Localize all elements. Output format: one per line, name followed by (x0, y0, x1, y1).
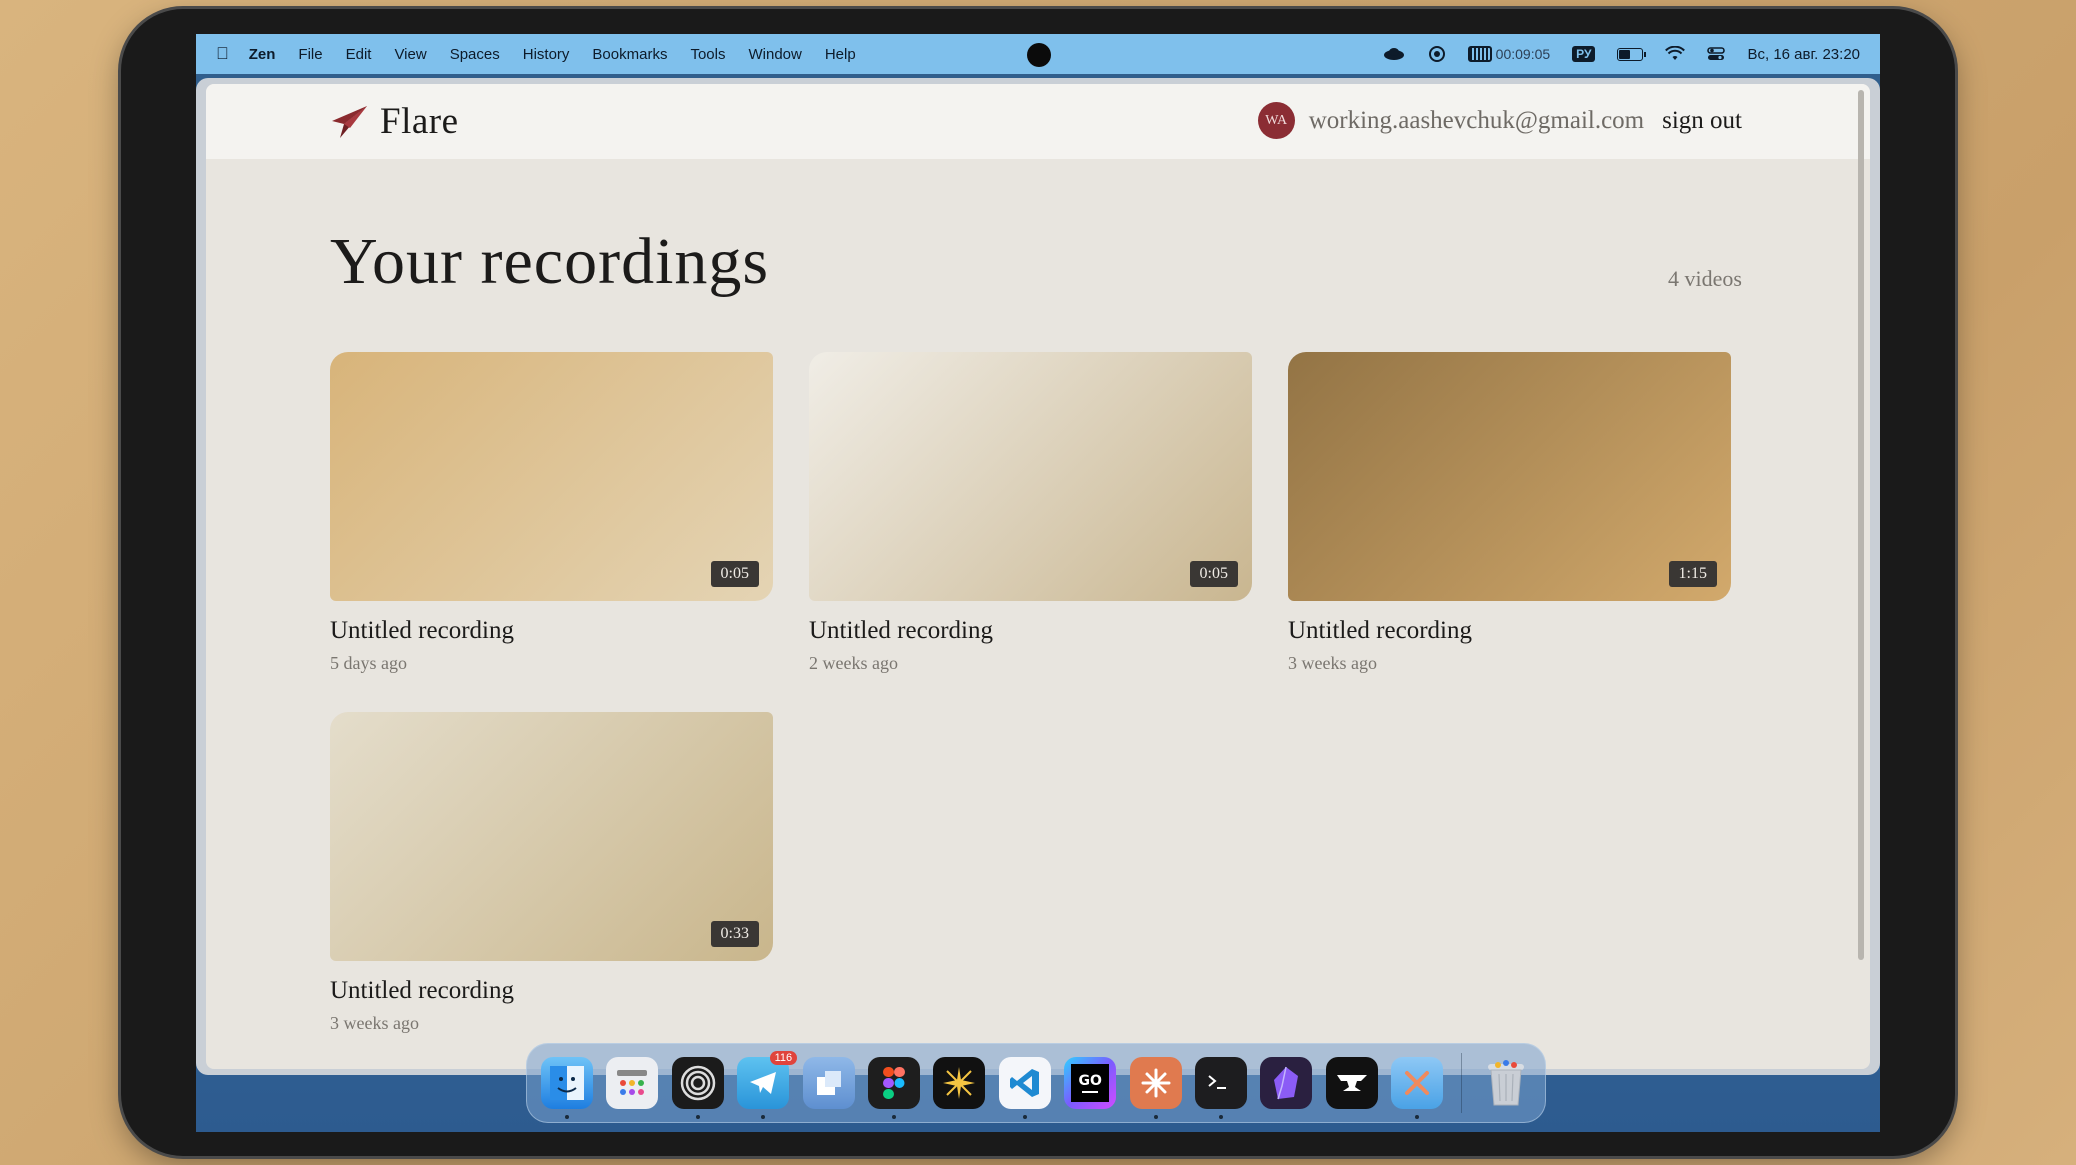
recording-thumbnail[interactable]: 1:15 (1288, 352, 1731, 601)
menu-help[interactable]: Help (825, 46, 856, 63)
xcode-icon[interactable] (1391, 1057, 1444, 1119)
wifi-icon[interactable] (1665, 46, 1686, 62)
battery-icon[interactable] (1617, 47, 1647, 61)
recording-thumbnail[interactable]: 0:05 (330, 352, 773, 601)
paper-plane-icon (332, 105, 367, 138)
duration-badge: 1:15 (1668, 561, 1717, 587)
record-icon[interactable] (1428, 45, 1446, 63)
brand-name: Flare (380, 101, 459, 142)
control-center-icon[interactable] (1707, 46, 1726, 62)
telegram-icon[interactable]: 116 (737, 1051, 798, 1119)
video-count: 4 videos (1668, 266, 1742, 291)
running-indicator (1219, 1115, 1224, 1119)
web-page: Flare WA working.aashevchuk@gmail.com si… (206, 84, 1870, 1069)
menu-window[interactable]: Window (748, 46, 801, 63)
obsidian-icon[interactable] (1260, 1057, 1313, 1109)
menu-app-name[interactable]: Zen (249, 46, 276, 63)
recording-card[interactable]: 1:15 Untitled recording 3 weeks ago (1288, 352, 1731, 674)
menu-file[interactable]: File (298, 46, 322, 63)
scrollbar[interactable] (1858, 90, 1864, 960)
user-email: working.aashevchuk@gmail.com (1308, 106, 1645, 134)
running-indicator (892, 1115, 897, 1119)
menu-edit[interactable]: Edit (346, 46, 372, 63)
site-header: Flare WA working.aashevchuk@gmail.com si… (206, 84, 1870, 159)
site-logo[interactable]: Flare (330, 100, 459, 143)
input-source[interactable]: РУ (1572, 46, 1596, 62)
recording-date: 2 weeks ago (809, 653, 898, 673)
recording-title[interactable]: Untitled recording (330, 977, 773, 1005)
arc-icon[interactable] (671, 1057, 724, 1119)
camera-notch (1027, 43, 1051, 67)
goland-icon[interactable]: GO (1064, 1057, 1117, 1109)
dock: 116 GO (526, 1043, 1546, 1123)
claude-icon[interactable] (1129, 1057, 1182, 1119)
duration-badge: 0:33 (710, 921, 759, 947)
terminal-icon[interactable] (1195, 1057, 1247, 1119)
recording-card[interactable]: 0:05 Untitled recording 5 days ago (330, 352, 773, 674)
page-title: Your recordings (330, 225, 770, 298)
running-indicator (1022, 1115, 1027, 1119)
apple-menu-icon[interactable]:  (216, 44, 229, 64)
trash-icon[interactable] (1480, 1057, 1532, 1109)
anvil-icon[interactable] (1325, 1057, 1378, 1109)
finder-icon[interactable] (541, 1057, 593, 1119)
menu-view[interactable]: View (394, 46, 426, 63)
recording-title[interactable]: Untitled recording (330, 617, 773, 645)
menu-spaces[interactable]: Spaces (450, 46, 500, 63)
timer[interactable]: 00:09:05 (1467, 46, 1551, 62)
sign-out-link[interactable]: sign out (1662, 107, 1742, 135)
screen:  Zen File Edit View Spaces History Book… (196, 34, 1880, 1132)
spark-icon[interactable] (933, 1057, 986, 1109)
screens-icon[interactable] (802, 1057, 855, 1109)
browser-window: Flare WA working.aashevchuk@gmail.com si… (196, 78, 1880, 1075)
recording-card[interactable]: 0:33 Untitled recording 3 weeks ago (330, 712, 773, 1034)
cloud-status-icon[interactable] (1382, 46, 1406, 62)
running-indicator (695, 1115, 700, 1119)
launchpad-icon[interactable] (606, 1057, 659, 1109)
running-indicator (565, 1115, 569, 1119)
clock[interactable]: Вс, 16 авг. 23:20 (1747, 46, 1860, 63)
figma-icon[interactable] (868, 1057, 920, 1119)
recording-thumbnail[interactable]: 0:33 (330, 712, 773, 961)
goland-underline (1082, 1091, 1099, 1093)
recording-title[interactable]: Untitled recording (1288, 617, 1731, 645)
menu-history[interactable]: History (523, 46, 570, 63)
recording-card[interactable]: 0:05 Untitled recording 2 weeks ago (809, 352, 1252, 674)
vscode-icon[interactable] (998, 1057, 1051, 1119)
recording-date: 3 weeks ago (330, 1013, 419, 1033)
goland-logo: GO (1071, 1064, 1110, 1102)
recording-title[interactable]: Untitled recording (809, 617, 1252, 645)
timer-icon (1467, 46, 1492, 62)
dock-separator (1460, 1053, 1462, 1113)
duration-badge: 0:05 (710, 561, 759, 587)
recording-date: 3 weeks ago (1288, 653, 1377, 673)
running-indicator (1153, 1115, 1158, 1119)
duration-badge: 0:05 (1189, 561, 1238, 587)
running-indicator (761, 1115, 766, 1119)
running-indicator (1415, 1115, 1420, 1119)
timer-value: 00:09:05 (1495, 46, 1551, 62)
avatar[interactable]: WA (1257, 102, 1295, 139)
menu-tools[interactable]: Tools (690, 46, 725, 63)
recording-thumbnail[interactable]: 0:05 (809, 352, 1252, 601)
menu-bookmarks[interactable]: Bookmarks (592, 46, 667, 63)
user-area: WA working.aashevchuk@gmail.com sign out (1257, 102, 1742, 139)
recording-date: 5 days ago (330, 653, 407, 673)
goland-label: GO (1078, 1073, 1102, 1089)
notification-badge: 116 (769, 1051, 798, 1065)
